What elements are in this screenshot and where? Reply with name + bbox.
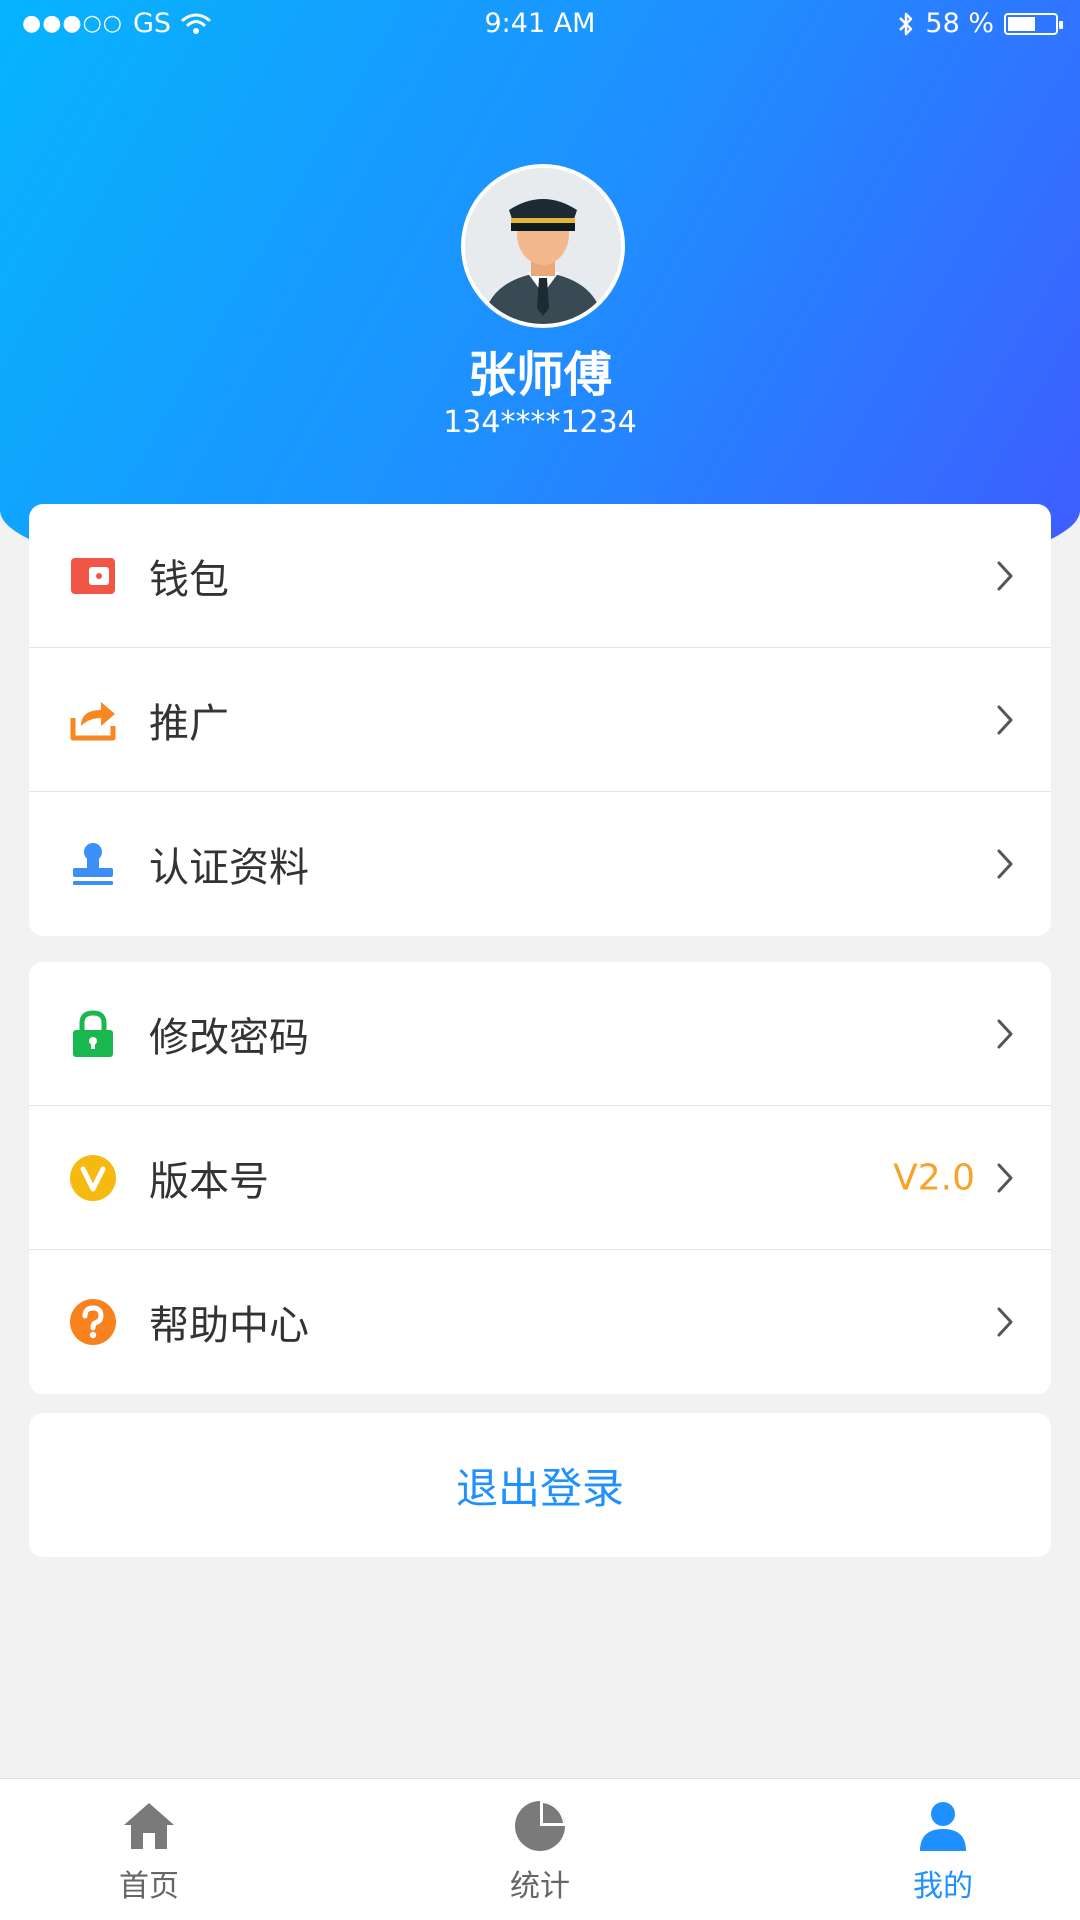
menu-item-promotion[interactable]: 推广 <box>29 648 1051 792</box>
menu-item-wallet[interactable]: 钱包 <box>29 504 1051 648</box>
status-bar: ●●●○○ GS 9:41 AM 58 % <box>0 0 1080 50</box>
home-icon <box>124 1803 174 1849</box>
menu-item-change-password[interactable]: 修改密码 <box>29 962 1051 1106</box>
logout-button[interactable]: 退出登录 <box>29 1413 1051 1557</box>
driver-avatar-icon <box>465 168 621 324</box>
menu-item-label: 版本号 <box>149 1158 269 1205</box>
menu-item-label: 钱包 <box>149 556 229 603</box>
tab-label: 我的 <box>913 1869 973 1904</box>
tab-statistics[interactable]: 统计 <box>470 1799 610 1905</box>
user-icon <box>920 1802 966 1851</box>
wallet-icon <box>71 557 115 594</box>
tab-label: 首页 <box>119 1869 179 1904</box>
chevron-right-icon <box>997 705 1013 734</box>
tab-home[interactable]: 首页 <box>79 1799 219 1905</box>
pie-chart-icon <box>515 1801 565 1851</box>
menu-item-label: 修改密码 <box>149 1014 309 1061</box>
chevron-right-icon <box>997 1019 1013 1048</box>
version-v-icon <box>70 1154 116 1201</box>
bluetooth-icon <box>899 12 913 35</box>
menu-item-certification[interactable]: 认证资料 <box>29 792 1051 936</box>
menu-item-label: 推广 <box>149 700 229 747</box>
version-value: V2.0 <box>893 1157 975 1198</box>
chevron-right-icon <box>997 561 1013 590</box>
menu-item-label: 帮助中心 <box>149 1303 309 1349</box>
lock-icon <box>73 1009 113 1057</box>
menu-card-primary: 钱包 推广 认证资料 <box>29 504 1051 936</box>
help-icon <box>70 1299 116 1345</box>
tab-mine[interactable]: 我的 <box>873 1799 1013 1905</box>
certification-stamp-icon <box>73 843 113 885</box>
menu-item-label: 认证资料 <box>149 845 309 891</box>
chevron-right-icon <box>997 1163 1013 1192</box>
battery-icon <box>1004 12 1063 35</box>
user-phone: 134****1234 <box>443 405 637 440</box>
chevron-right-icon <box>997 849 1013 879</box>
share-icon <box>70 701 116 740</box>
bottom-tab-bar: 首页 统计 我的 <box>0 1778 1080 1920</box>
menu-item-help-center[interactable]: 帮助中心 <box>29 1250 1051 1394</box>
avatar[interactable] <box>461 164 625 328</box>
tab-label: 统计 <box>510 1869 570 1904</box>
user-name: 张师傅 <box>467 347 612 403</box>
menu-item-version[interactable]: 版本号 V2.0 <box>29 1106 1051 1250</box>
chevron-right-icon <box>997 1307 1013 1337</box>
menu-card-secondary: 修改密码 版本号 V2.0 帮助中心 <box>29 962 1051 1394</box>
battery-percent: 58 % <box>925 8 994 39</box>
